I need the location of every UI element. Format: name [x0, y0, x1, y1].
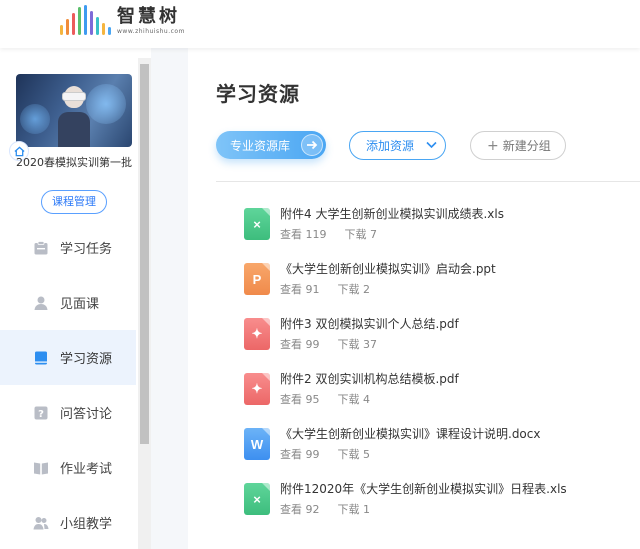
- file-item[interactable]: W 《大学生创新创业模拟实训》课程设计说明.docx 查看 99 下载 5: [244, 425, 624, 465]
- file-name[interactable]: 附件2 双创实训机构总结模板.pdf: [280, 370, 459, 387]
- sidebar-item-label: 小组教学: [60, 517, 113, 532]
- group-icon: [33, 516, 49, 529]
- open-book-icon: [34, 462, 48, 474]
- download-count: 37: [363, 338, 377, 351]
- xls-file-icon: ×: [244, 483, 270, 515]
- sidebar-item-label: 问答讨论: [60, 407, 113, 422]
- sidebar: 2020春模拟实训第一批 课程管理 学习任务 见面课 学习资源 ? 问答讨论 作…: [0, 58, 136, 549]
- scrollbar-thumb[interactable]: [140, 64, 149, 444]
- sidebar-item-label: 学习任务: [60, 242, 113, 257]
- ppt-file-icon: P: [244, 263, 270, 295]
- new-group-button[interactable]: + 新建分组: [470, 131, 566, 160]
- book-icon: [35, 351, 47, 364]
- file-item[interactable]: × 附件4 大学生创新创业模拟实训成绩表.xls 查看 119 下载 7: [244, 205, 624, 245]
- download-stat: 下载 7: [345, 228, 378, 241]
- zhihuishu-logo[interactable]: 智慧树 www.zhihuishu.com: [60, 5, 185, 35]
- download-count: 2: [363, 283, 370, 296]
- sidebar-item-label: 作业考试: [60, 462, 113, 477]
- resource-library-label: 专业资源库: [230, 138, 291, 153]
- sidebar-item-resources[interactable]: 学习资源: [0, 330, 136, 385]
- sidebar-item-qa[interactable]: ? 问答讨论: [0, 385, 136, 440]
- add-resource-button[interactable]: 添加资源: [349, 131, 446, 160]
- sidebar-item-group[interactable]: 小组教学: [0, 495, 136, 549]
- sidebar-item-label: 见面课: [60, 297, 100, 312]
- file-item[interactable]: ✦ 附件3 双创模拟实训个人总结.pdf 查看 99 下载 37: [244, 315, 624, 355]
- plus-icon: +: [487, 137, 499, 154]
- view-count: 99: [305, 338, 320, 351]
- file-name[interactable]: 附件4 大学生创新创业模拟实训成绩表.xls: [280, 205, 504, 222]
- download-stat: 下载 2: [338, 283, 371, 296]
- file-stats: 查看 91 下载 2: [280, 281, 370, 297]
- view-count: 95: [305, 393, 320, 406]
- sidebar-item-label: 学习资源: [60, 352, 113, 367]
- download-label: 下载: [344, 228, 367, 241]
- view-label: 查看: [280, 448, 302, 461]
- view-label: 查看: [280, 283, 302, 296]
- view-label: 查看: [280, 393, 302, 406]
- chevron-down-icon: [426, 141, 437, 149]
- new-group-label: 新建分组: [502, 139, 551, 153]
- file-stats: 查看 99 下载 37: [280, 336, 377, 352]
- view-label: 查看: [280, 228, 302, 241]
- sidebar-item-homework[interactable]: 作业考试: [0, 440, 136, 495]
- download-count: 1: [363, 503, 370, 516]
- sidebar-scrollbar[interactable]: [138, 58, 151, 549]
- download-label: 下载: [337, 503, 360, 516]
- view-count: 119: [305, 228, 327, 241]
- file-name[interactable]: 附件3 双创模拟实训个人总结.pdf: [280, 315, 459, 332]
- file-stats: 查看 95 下载 4: [280, 391, 370, 407]
- view-label: 查看: [280, 338, 302, 351]
- course-manage-button[interactable]: 课程管理: [41, 190, 107, 214]
- person-icon: [34, 296, 48, 310]
- sidebar-item-meeting[interactable]: 见面课: [0, 275, 136, 330]
- page-title: 学习资源: [216, 82, 300, 106]
- divider: [216, 181, 640, 182]
- download-count: 4: [363, 393, 370, 406]
- view-count: 99: [305, 448, 320, 461]
- download-label: 下载: [337, 338, 360, 351]
- file-item[interactable]: × 附件12020年《大学生创新创业模拟实训》日程表.xls 查看 92 下载 1: [244, 480, 624, 520]
- download-count: 7: [370, 228, 377, 241]
- view-label: 查看: [280, 503, 302, 516]
- resource-library-button[interactable]: 专业资源库: [216, 131, 326, 159]
- file-name[interactable]: 《大学生创新创业模拟实训》课程设计说明.docx: [280, 425, 540, 442]
- file-stats: 查看 99 下载 5: [280, 446, 370, 462]
- download-stat: 下载 4: [338, 393, 371, 406]
- file-item[interactable]: ✦ 附件2 双创实训机构总结模板.pdf 查看 95 下载 4: [244, 370, 624, 410]
- question-icon: ?: [34, 406, 48, 420]
- pdf-file-icon: ✦: [244, 318, 270, 350]
- download-stat: 下载 1: [338, 503, 371, 516]
- pdf-file-icon: ✦: [244, 373, 270, 405]
- file-name[interactable]: 附件12020年《大学生创新创业模拟实训》日程表.xls: [280, 480, 567, 497]
- download-stat: 下载 37: [338, 338, 378, 351]
- add-resource-label: 添加资源: [366, 139, 415, 153]
- logo-url: www.zhihuishu.com: [117, 28, 185, 35]
- download-label: 下载: [337, 393, 360, 406]
- download-label: 下载: [337, 283, 360, 296]
- course-cover-image[interactable]: [16, 74, 132, 147]
- file-item[interactable]: P 《大学生创新创业模拟实训》启动会.ppt 查看 91 下载 2: [244, 260, 624, 300]
- xls-file-icon: ×: [244, 208, 270, 240]
- view-count: 91: [305, 283, 320, 296]
- course-title: 2020春模拟实训第一批: [16, 156, 132, 169]
- docx-file-icon: W: [244, 428, 270, 460]
- file-name[interactable]: 《大学生创新创业模拟实训》启动会.ppt: [280, 260, 496, 277]
- arrow-right-icon: [301, 134, 323, 156]
- logo-text: 智慧树: [117, 6, 180, 27]
- svg-text:?: ?: [38, 409, 44, 420]
- view-count: 92: [305, 503, 320, 516]
- download-label: 下载: [337, 448, 360, 461]
- file-stats: 查看 92 下载 1: [280, 501, 370, 517]
- top-header: 智慧树 www.zhihuishu.com: [0, 0, 640, 48]
- download-stat: 下载 5: [338, 448, 371, 461]
- task-icon: [34, 240, 48, 254]
- download-count: 5: [363, 448, 370, 461]
- logo-bars-icon: [60, 5, 111, 35]
- sidebar-item-tasks[interactable]: 学习任务: [0, 220, 136, 275]
- file-stats: 查看 119 下载 7: [280, 226, 377, 242]
